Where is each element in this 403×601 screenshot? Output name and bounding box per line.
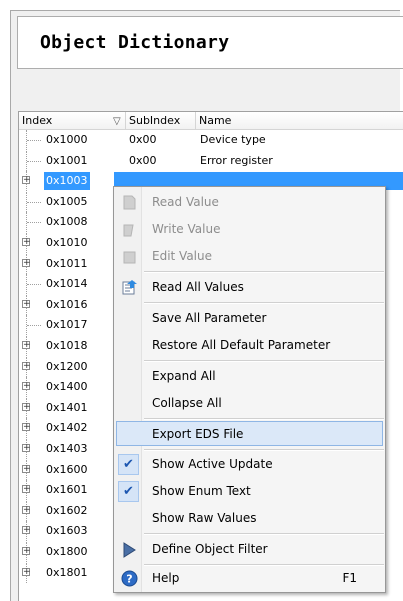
- cell-index: 0x1401: [46, 400, 88, 414]
- checkmark-icon: ✔: [118, 481, 139, 502]
- cell-index: 0x1018: [46, 339, 88, 352]
- menu-item-define-object-filter[interactable]: Define Object Filter: [116, 537, 383, 562]
- cell-index: 0x1200: [46, 359, 88, 373]
- expand-icon[interactable]: +: [22, 341, 31, 350]
- expand-icon[interactable]: +: [22, 444, 31, 453]
- menu-item-write-value[interactable]: Write Value: [116, 217, 383, 242]
- menu-item-edit-value[interactable]: Edit Value: [116, 244, 383, 269]
- expand-icon[interactable]: +: [22, 505, 31, 514]
- menu-item-collapse-all[interactable]: Collapse All: [116, 391, 383, 416]
- tree-branch-line: [27, 201, 41, 203]
- cell-index: 0x1000: [46, 133, 88, 146]
- cell-name: Device type: [200, 133, 266, 146]
- cell-subindex: 0x00: [129, 153, 157, 167]
- cell-subindex: 0x00: [129, 133, 157, 146]
- menu-separator: [144, 271, 384, 273]
- menu-item-read-all-values[interactable]: Read All Values: [116, 275, 383, 300]
- cell-index: 0x1800: [46, 545, 88, 558]
- filter-icon: [123, 542, 136, 558]
- expand-icon[interactable]: +: [22, 258, 31, 267]
- context-menu: Read Value Write Value Edit Value Read A…: [113, 186, 386, 593]
- expand-icon[interactable]: +: [22, 382, 31, 391]
- checkmark-icon: ✔: [118, 454, 139, 475]
- tree-branch-line: [27, 140, 41, 141]
- edit-value-icon: [123, 251, 136, 264]
- cell-index: 0x1601: [46, 483, 88, 497]
- tree-branch-line: [27, 160, 41, 162]
- read-all-values-icon: [122, 280, 137, 295]
- menu-item-export-eds-file[interactable]: Export EDS File: [116, 421, 383, 446]
- expand-icon[interactable]: +: [22, 299, 31, 308]
- write-value-icon: [123, 224, 134, 237]
- help-icon: ?: [121, 570, 138, 587]
- svg-text:?: ?: [126, 573, 132, 586]
- cell-index: 0x1008: [46, 215, 88, 229]
- title-box: Object Dictionary: [17, 16, 403, 69]
- expand-icon[interactable]: +: [22, 423, 31, 432]
- expand-icon[interactable]: +: [22, 238, 31, 247]
- menu-separator: [144, 418, 384, 420]
- table-row[interactable]: 0x1000 0x00 Device type: [19, 130, 403, 150]
- cell-index: 0x1003: [44, 172, 90, 191]
- tree-branch-line: [27, 222, 41, 224]
- table-header: Index ▽ SubIndex Name: [19, 112, 403, 130]
- expand-icon[interactable]: +: [22, 547, 31, 556]
- cell-index: 0x1011: [46, 256, 88, 270]
- menu-separator: [144, 449, 384, 451]
- menu-item-show-active-update[interactable]: ✔ Show Active Update: [116, 452, 383, 477]
- menu-item-restore-all-default-parameter[interactable]: Restore All Default Parameter: [116, 333, 383, 358]
- cell-index: 0x1017: [46, 318, 88, 332]
- menu-item-save-all-parameter[interactable]: Save All Parameter: [116, 306, 383, 331]
- cell-index: 0x1016: [46, 297, 88, 311]
- cell-index: 0x1600: [46, 462, 88, 476]
- read-value-icon: [123, 195, 136, 210]
- cell-index: 0x1602: [46, 503, 88, 517]
- column-header-name[interactable]: Name: [196, 112, 403, 130]
- menu-separator: [144, 302, 384, 304]
- cell-index: 0x1603: [46, 524, 88, 538]
- cell-index: 0x1400: [46, 380, 88, 394]
- menu-item-show-enum-text[interactable]: ✔ Show Enum Text: [116, 479, 383, 504]
- expand-icon[interactable]: +: [22, 402, 31, 411]
- cell-index: 0x1014: [46, 277, 88, 291]
- tree-branch-line: [27, 284, 41, 286]
- menu-item-read-value[interactable]: Read Value: [116, 190, 383, 215]
- expand-icon[interactable]: +: [22, 567, 31, 576]
- tree-branch-line: [27, 325, 41, 327]
- menu-separator: [144, 533, 384, 535]
- expand-icon[interactable]: +: [22, 176, 31, 185]
- page-title: Object Dictionary: [40, 32, 230, 53]
- cell-index: 0x1403: [46, 442, 88, 455]
- cell-index: 0x1801: [46, 565, 88, 579]
- cell-name: Error register: [200, 153, 273, 167]
- menu-item-show-raw-values[interactable]: Show Raw Values: [116, 506, 383, 531]
- table-row[interactable]: 0x1001 0x00 Error register: [19, 150, 403, 171]
- column-header-index[interactable]: Index ▽: [19, 112, 126, 130]
- menu-separator: [144, 360, 384, 362]
- cell-index: 0x1001: [46, 153, 88, 167]
- filter-icon[interactable]: ▽: [113, 113, 121, 130]
- cell-index: 0x1402: [46, 421, 88, 435]
- cell-index: 0x1005: [46, 194, 88, 208]
- menu-item-expand-all[interactable]: Expand All: [116, 364, 383, 389]
- expand-icon[interactable]: +: [22, 485, 31, 494]
- expand-icon[interactable]: +: [22, 464, 31, 473]
- column-header-subindex[interactable]: SubIndex: [126, 112, 196, 130]
- expand-icon[interactable]: +: [22, 361, 31, 370]
- menu-item-help[interactable]: ? Help F1: [116, 566, 383, 591]
- expand-icon[interactable]: +: [22, 526, 31, 535]
- cell-index: 0x1010: [46, 236, 88, 249]
